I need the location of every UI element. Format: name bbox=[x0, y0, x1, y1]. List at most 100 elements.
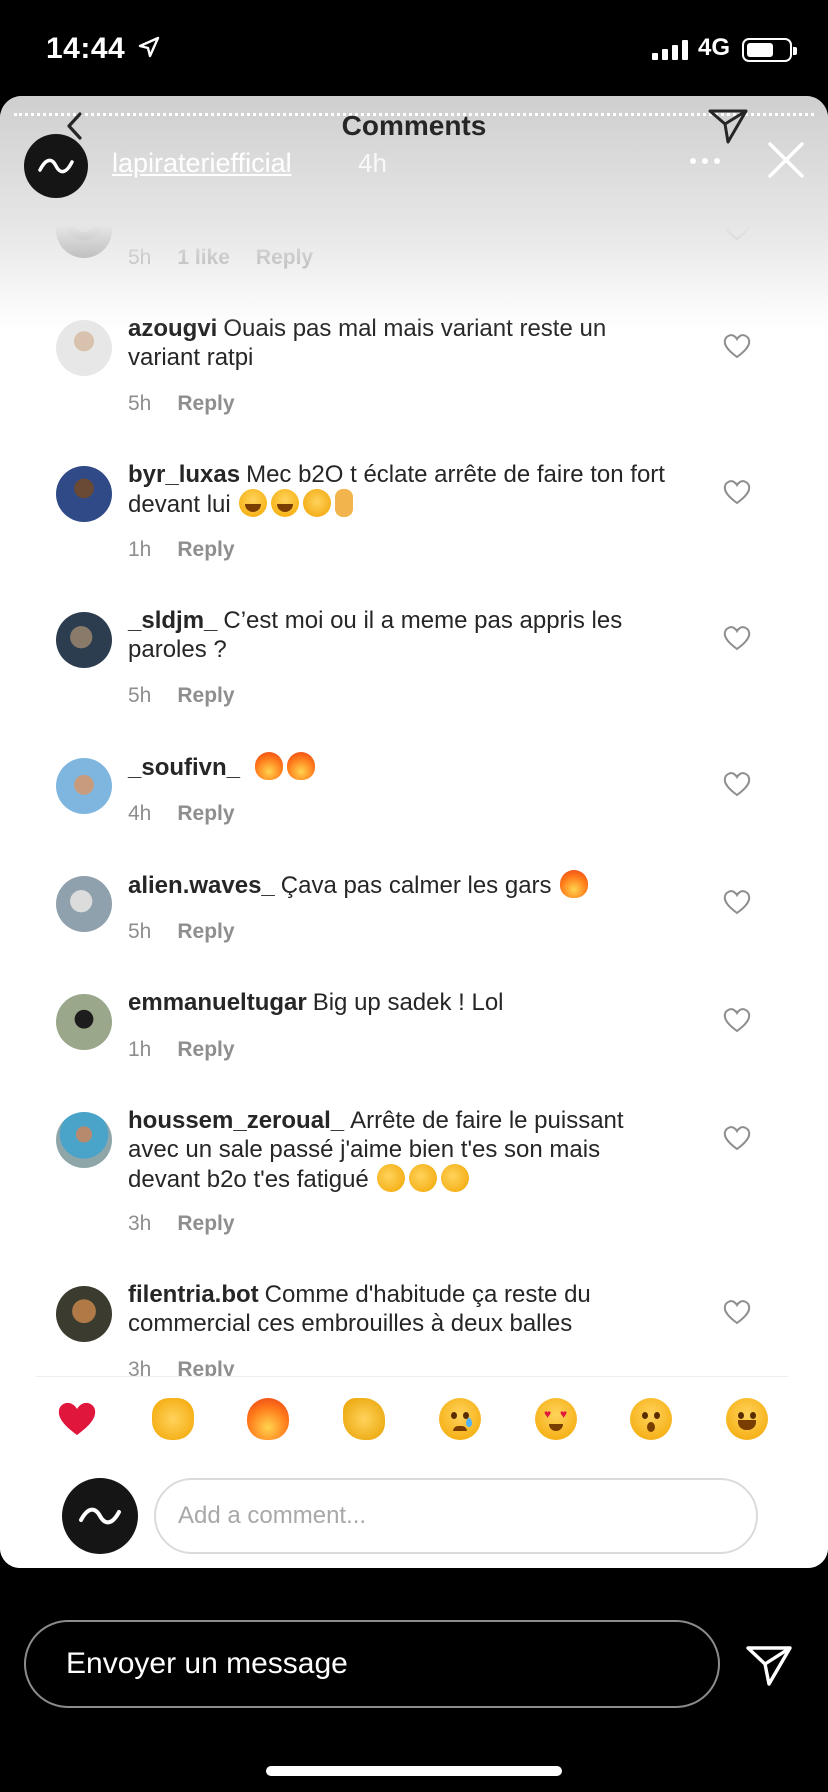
comments-sheet: Comments lapirateriefficial 4h hani.amg … bbox=[0, 96, 828, 1568]
comment-text: _sldjm_ C’est moi ou il a meme pas appris… bbox=[128, 607, 623, 663]
reply-button[interactable]: Reply bbox=[177, 920, 234, 944]
rolling-laughing-icon bbox=[404, 1159, 443, 1197]
location-arrow-icon bbox=[138, 36, 160, 58]
comment-username[interactable]: hani.amg bbox=[128, 198, 233, 225]
comment-username[interactable]: azougvi bbox=[128, 315, 217, 342]
tears-of-joy-icon bbox=[271, 489, 300, 517]
close-icon[interactable] bbox=[764, 138, 808, 182]
like-heart-icon[interactable] bbox=[722, 1006, 752, 1034]
comment-text: filentria.bot Comme d'habitude ça reste d… bbox=[128, 1281, 591, 1337]
raised-hands-icon[interactable] bbox=[151, 1398, 194, 1440]
quick-reactions: ♥ ♥ bbox=[36, 1398, 788, 1448]
comment-text: houssem_zeroual_ Arrête de faire le puiss… bbox=[128, 1106, 668, 1197]
middle-finger-icon bbox=[335, 489, 354, 517]
story-username[interactable]: lapirateriefficial bbox=[112, 148, 292, 179]
avatar[interactable] bbox=[56, 1286, 112, 1342]
comment-text: _soufivn_ bbox=[128, 752, 668, 782]
like-heart-icon[interactable] bbox=[722, 332, 752, 360]
rolling-laughing-icon bbox=[436, 1159, 475, 1197]
comment-username[interactable]: _soufivn_ bbox=[128, 754, 240, 781]
comment-time: 5h bbox=[128, 392, 152, 415]
comment-time: 5h bbox=[128, 684, 152, 707]
comment-meta: 1h Reply bbox=[128, 538, 235, 562]
like-heart-icon[interactable] bbox=[722, 1124, 752, 1152]
comment-username[interactable]: filentria.bot bbox=[128, 1281, 259, 1308]
avatar[interactable] bbox=[56, 466, 112, 522]
reply-button[interactable]: Reply bbox=[256, 246, 313, 270]
clapping-hands-icon[interactable] bbox=[343, 1398, 386, 1440]
comment-username[interactable]: houssem_zeroual_ bbox=[128, 1107, 344, 1134]
crying-face-icon[interactable] bbox=[438, 1398, 481, 1440]
fire-reaction-icon[interactable] bbox=[247, 1398, 290, 1440]
reply-button[interactable]: Reply bbox=[177, 684, 234, 708]
logo-icon bbox=[79, 1507, 121, 1525]
reply-button[interactable]: Reply bbox=[177, 392, 234, 416]
story-avatar[interactable] bbox=[24, 134, 88, 198]
rolling-laughing-icon bbox=[372, 1159, 411, 1197]
avatar[interactable] bbox=[56, 1112, 112, 1168]
comment-meta: 5h Reply bbox=[128, 684, 235, 708]
story-time: 4h bbox=[358, 148, 387, 178]
logo-icon bbox=[38, 158, 74, 174]
comment-username[interactable]: alien.waves_ bbox=[128, 872, 275, 899]
like-heart-icon[interactable] bbox=[722, 478, 752, 506]
status-bar: 14:44 4G bbox=[0, 0, 828, 96]
tears-of-joy-icon bbox=[241, 196, 270, 224]
comment-time: 1h bbox=[128, 538, 152, 561]
comment-meta: 3h Reply bbox=[128, 1212, 235, 1236]
reply-button[interactable]: Reply bbox=[177, 538, 234, 562]
like-heart-icon[interactable] bbox=[722, 770, 752, 798]
comment-time: 1h bbox=[128, 1038, 152, 1061]
comment-username[interactable]: emmanueltugar bbox=[128, 989, 307, 1016]
status-time: 14:44 bbox=[46, 32, 126, 65]
network-type: 4G bbox=[698, 34, 731, 61]
comment-meta: 5h 1 like Reply bbox=[128, 246, 313, 270]
like-heart-icon[interactable] bbox=[722, 624, 752, 652]
avatar[interactable] bbox=[56, 320, 112, 376]
avatar[interactable] bbox=[56, 758, 112, 814]
tears-of-joy-icon[interactable] bbox=[725, 1398, 768, 1440]
comment-username[interactable]: _sldjm_ bbox=[128, 607, 217, 634]
battery-icon bbox=[742, 38, 797, 62]
comment-text: hani.amg ptit con bbox=[128, 196, 420, 225]
more-options-icon[interactable] bbox=[690, 158, 726, 168]
send-icon[interactable] bbox=[706, 104, 750, 148]
like-count[interactable]: 1 like bbox=[177, 246, 230, 270]
fire-icon bbox=[254, 752, 283, 780]
heart-reaction-icon[interactable] bbox=[56, 1398, 98, 1440]
heart-eyes-icon[interactable]: ♥ ♥ bbox=[534, 1398, 577, 1440]
reply-button[interactable]: Reply bbox=[177, 1038, 234, 1062]
comment-text: emmanueltugar Big up sadek ! Lol bbox=[128, 989, 504, 1016]
like-heart-icon[interactable] bbox=[722, 1298, 752, 1326]
send-icon[interactable] bbox=[744, 1640, 794, 1690]
surprised-face-icon[interactable] bbox=[630, 1398, 673, 1440]
send-message-input[interactable] bbox=[24, 1620, 720, 1708]
composer-avatar bbox=[62, 1478, 138, 1554]
add-comment-input[interactable] bbox=[154, 1478, 758, 1554]
comment-meta: 5h Reply bbox=[128, 392, 235, 416]
comment-username[interactable]: byr_luxas bbox=[128, 461, 240, 488]
avatar[interactable] bbox=[56, 202, 112, 258]
like-heart-icon[interactable] bbox=[722, 214, 752, 242]
tears-of-joy-icon bbox=[273, 196, 302, 224]
comment-time: 5h bbox=[128, 920, 152, 943]
comment-meta: 5h Reply bbox=[128, 920, 235, 944]
home-indicator bbox=[266, 1766, 562, 1776]
reply-button[interactable]: Reply bbox=[177, 1212, 234, 1236]
comment-text: alien.waves_ Çava pas calmer les gars bbox=[128, 870, 668, 900]
tears-of-joy-icon bbox=[239, 489, 268, 517]
comment-time: 4h bbox=[128, 802, 152, 825]
comment-time: 5h bbox=[128, 246, 152, 269]
fire-icon bbox=[286, 752, 315, 780]
comment-text: byr_luxas Mec b2O t éclate arrête de fair… bbox=[128, 461, 665, 518]
avatar[interactable] bbox=[56, 612, 112, 668]
page-title: Comments bbox=[341, 110, 487, 141]
party-face-icon bbox=[303, 489, 332, 517]
tears-of-joy-icon bbox=[305, 196, 334, 224]
avatar[interactable] bbox=[56, 994, 112, 1050]
cellular-signal-icon bbox=[652, 40, 688, 60]
like-heart-icon[interactable] bbox=[722, 888, 752, 916]
reply-button[interactable]: Reply bbox=[177, 802, 234, 826]
avatar[interactable] bbox=[56, 876, 112, 932]
fire-icon bbox=[560, 870, 589, 898]
